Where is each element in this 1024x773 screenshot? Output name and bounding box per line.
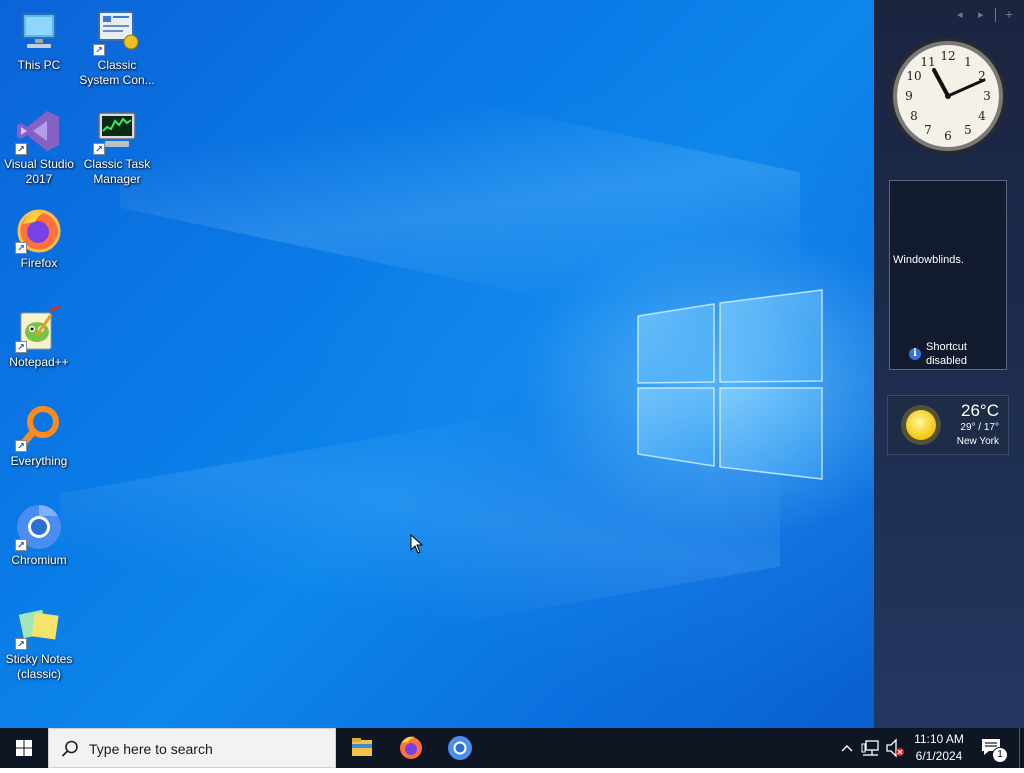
chromium-icon — [448, 736, 472, 760]
weather-temperature: 26°C — [961, 401, 999, 420]
clock-numeral: 7 — [924, 123, 932, 137]
volume-muted-icon[interactable] — [884, 728, 906, 768]
show-hidden-icons-chevron-icon[interactable] — [838, 728, 856, 768]
windowblinds-gadget[interactable]: Windowblinds. i Shortcut disabled — [889, 180, 1007, 370]
clock-numeral: 12 — [940, 49, 955, 63]
clock-numeral: 3 — [983, 89, 991, 103]
desktop-icon-label: Visual Studio 2017 — [4, 157, 74, 186]
search-icon — [61, 740, 78, 757]
desktop-icon-label: Classic Task Manager — [83, 157, 151, 186]
start-button[interactable] — [0, 728, 48, 768]
weather-city: New York — [956, 436, 999, 447]
weather-gadget[interactable]: 26°C 29° / 17° New York — [887, 395, 1009, 455]
shortcut-arrow-icon: ↗ — [15, 539, 27, 551]
desktop-icon-sticky-notes[interactable]: ↗ Sticky Notes (classic) — [1, 602, 77, 682]
desktop-icon-this-pc[interactable]: This PC — [1, 8, 77, 73]
desktop-icon-label: Firefox — [20, 256, 58, 270]
clock-numeral: 10 — [906, 69, 921, 83]
desktop-icon-everything[interactable]: ↗ Everything — [1, 404, 77, 469]
sidebar-prev-button[interactable]: ◂ — [957, 8, 963, 21]
file-explorer-icon — [352, 738, 372, 756]
weather-range: 29° / 17° — [960, 422, 999, 433]
taskbar-date: 6/1/2024 — [915, 749, 963, 763]
clock-numeral: 5 — [964, 123, 972, 137]
shortcut-arrow-icon: ↗ — [15, 341, 27, 353]
computer-icon — [15, 8, 63, 56]
clock-numeral: 9 — [905, 89, 913, 103]
network-icon[interactable] — [860, 728, 882, 768]
action-center-button[interactable]: 1 — [980, 736, 1008, 763]
desktop-icon-label: Classic System Con... — [79, 58, 155, 87]
desktop-icon-label: Sticky Notes (classic) — [5, 652, 73, 681]
desktop-icon-classic-system-control[interactable]: ↗ Classic System Con... — [79, 8, 155, 88]
note-line: disabled — [926, 355, 967, 367]
note-line: Shortcut — [926, 341, 967, 353]
notification-badge: 1 — [992, 747, 1008, 763]
taskbar-time: 11:10 AM — [914, 732, 964, 746]
gadget-sidebar: ◂ ▸ + 12 1 2 3 4 5 6 7 8 9 10 11 Windowb… — [874, 0, 1024, 728]
taskbar: Type here to search 11:10 AM 6/1/2024 1 — [0, 728, 1024, 768]
add-gadget-button[interactable]: + — [1005, 6, 1013, 22]
taskbar-search-box[interactable]: Type here to search — [48, 728, 336, 768]
search-placeholder: Type here to search — [89, 741, 213, 757]
windowblinds-title: Windowblinds. — [893, 254, 964, 266]
taskbar-chromium[interactable] — [436, 728, 484, 768]
clock-numeral: 6 — [944, 129, 952, 143]
shortcut-arrow-icon: ↗ — [93, 143, 105, 155]
shortcut-arrow-icon: ↗ — [15, 242, 27, 254]
desktop-icon-label: Chromium — [11, 553, 67, 567]
desktop-icon-label: Everything — [10, 454, 68, 468]
shortcut-arrow-icon: ↗ — [93, 44, 105, 56]
clock-numeral: 1 — [964, 55, 972, 69]
visual-studio-icon: ↗ — [15, 107, 63, 155]
control-panel-icon: ↗ — [93, 8, 141, 56]
info-icon: i — [909, 348, 921, 360]
desktop-background[interactable]: This PC ↗ Classic System Con... ↗ Visual… — [0, 0, 874, 728]
desktop-icon-notepadpp[interactable]: ↗ Notepad++ — [1, 305, 77, 370]
shortcut-arrow-icon: ↗ — [15, 638, 27, 650]
shortcut-arrow-icon: ↗ — [15, 440, 27, 452]
show-desktop-button[interactable] — [1019, 728, 1024, 768]
desktop-icon-firefox[interactable]: ↗ Firefox — [1, 206, 77, 271]
task-manager-icon: ↗ — [93, 107, 141, 155]
clock-numeral: 11 — [920, 55, 935, 69]
chromium-icon: ↗ — [15, 503, 63, 551]
windows-start-icon — [16, 740, 32, 756]
desktop-icon-visual-studio[interactable]: ↗ Visual Studio 2017 — [1, 107, 77, 187]
shortcut-arrow-icon: ↗ — [15, 143, 27, 155]
everything-search-icon: ↗ — [15, 404, 63, 452]
windows-logo-wallpaper — [637, 289, 823, 480]
notepadpp-icon: ↗ — [15, 305, 63, 353]
sticky-notes-icon: ↗ — [15, 602, 63, 650]
taskbar-clock[interactable]: 11:10 AM 6/1/2024 — [906, 731, 972, 765]
desktop-icon-chromium[interactable]: ↗ Chromium — [1, 503, 77, 568]
taskbar-firefox[interactable] — [387, 728, 435, 768]
firefox-icon: ↗ — [15, 206, 63, 254]
desktop-icon-label: This PC — [17, 58, 61, 72]
clock-gadget[interactable]: 12 1 2 3 4 5 6 7 8 9 10 11 — [888, 36, 1008, 156]
sidebar-next-button[interactable]: ▸ — [978, 8, 984, 21]
desktop-icon-classic-task-manager[interactable]: ↗ Classic Task Manager — [79, 107, 155, 187]
clock-numeral: 4 — [978, 109, 986, 123]
sidebar-divider — [995, 8, 996, 22]
desktop-icon-label: Notepad++ — [9, 355, 69, 369]
mouse-cursor-icon — [410, 534, 424, 554]
shortcut-disabled-note: Shortcut disabled — [926, 340, 967, 368]
clock-numeral: 8 — [910, 109, 918, 123]
sun-icon — [901, 405, 941, 445]
firefox-icon — [400, 736, 422, 759]
taskbar-file-explorer[interactable] — [338, 728, 386, 768]
